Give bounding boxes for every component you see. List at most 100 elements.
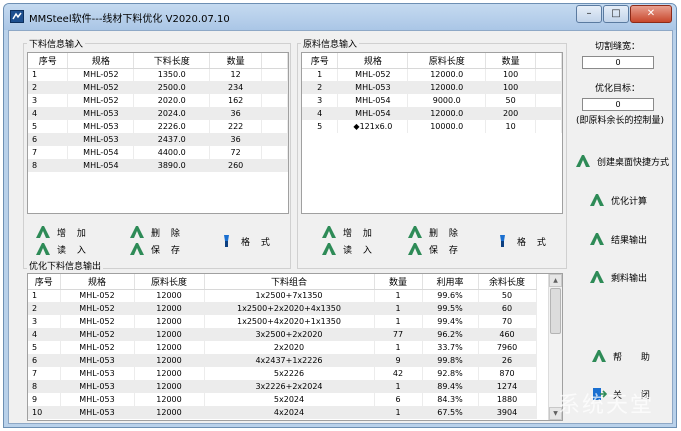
cutting-add-button[interactable]: 增 加	[35, 224, 90, 240]
table-row[interactable]: 3 MHL-052 2020.0 162	[28, 94, 288, 107]
close-window-button[interactable]: ✕	[630, 5, 672, 23]
column-header[interactable]: 原料长度	[134, 274, 205, 290]
table-cell: 5	[28, 341, 61, 354]
table-cell: 222	[209, 120, 263, 133]
table-cell: 3890.0	[133, 159, 211, 172]
table-cell: 2	[28, 302, 61, 315]
table-row[interactable]: 4 MHL-052 12000 3x2500+2x2020 77 96.2% 460	[28, 328, 537, 341]
table-row[interactable]: 5 MHL-053 2226.0 222	[28, 120, 288, 133]
create-shortcut-button[interactable]: 创建桌面快捷方式	[575, 153, 669, 169]
table-cell: MHL-053	[337, 81, 409, 94]
table-cell: 260	[209, 159, 263, 172]
optimize-calc-button[interactable]: 优化计算	[589, 192, 647, 208]
help-button[interactable]: 帮 助	[591, 348, 658, 364]
table-cell: 2437.0	[133, 133, 211, 146]
column-header[interactable]: 利用率	[422, 274, 479, 290]
scroll-up-arrow-icon[interactable]: ▲	[549, 274, 562, 287]
raw-delete-button[interactable]: 删 除	[407, 224, 462, 240]
table-cell: 26	[478, 354, 537, 367]
column-header[interactable]: 规格	[337, 53, 409, 69]
table-row[interactable]: 8 MHL-054 3890.0 260	[28, 159, 288, 172]
table-cell: 12000.0	[407, 107, 487, 120]
table-row[interactable]: 2 MHL-053 12000.0 100	[302, 81, 562, 94]
column-header[interactable]: 数量	[374, 274, 423, 290]
column-header[interactable]: 序号	[302, 53, 339, 69]
table-row[interactable]: 6 MHL-053 12000 4x2437+1x2226 9 99.8% 26	[28, 354, 537, 367]
column-header[interactable]: 序号	[28, 274, 61, 290]
table-cell: 96.2%	[422, 328, 479, 341]
cutting-read-button[interactable]: 读 入	[35, 241, 90, 257]
table-cell: 4	[28, 328, 61, 341]
table-row[interactable]: 5 MHL-052 12000 2x2020 1 33.7% 7960	[28, 341, 537, 354]
column-header[interactable]: 规格	[60, 274, 135, 290]
table-cell-filler	[535, 94, 562, 107]
green-a-icon	[129, 225, 145, 239]
title-bar[interactable]: MMSteel软件---线材下料优化 V2020.07.10 – □ ✕	[4, 4, 676, 30]
cutting-format-button[interactable]: 格 式	[219, 233, 274, 249]
table-cell: MHL-054	[67, 146, 135, 159]
optimization-target-input[interactable]	[582, 98, 654, 111]
cutting-delete-button[interactable]: 删 除	[129, 224, 184, 240]
table-row[interactable]: 6 MHL-053 2437.0 36	[28, 133, 288, 146]
table-cell: MHL-054	[337, 107, 409, 120]
table-row[interactable]: 1 MHL-052 12000 1x2500+7x1350 1 99.6% 50	[28, 289, 537, 302]
table-row[interactable]: 5 ◆121x6.0 10000.0 10	[302, 120, 562, 133]
table-row[interactable]: 7 MHL-053 12000 5x2226 42 92.8% 870	[28, 367, 537, 380]
button-label: 删 除	[429, 228, 462, 239]
cutting-info-table[interactable]: 序号 规格 下料长度 数量 1 MHL-052 1350.0 12 2 MHL-052 2…	[27, 52, 289, 214]
table-row[interactable]: 3 MHL-052 12000 1x2500+4x2020+1x1350 1 99.4% 7…	[28, 315, 537, 328]
raw-save-button[interactable]: 保 存	[407, 241, 462, 257]
table-row[interactable]: 1 MHL-052 1350.0 12	[28, 68, 288, 81]
button-label: 读 入	[343, 245, 376, 256]
table-cell: 50	[478, 289, 537, 302]
table-cell: MHL-052	[67, 81, 135, 94]
raw-format-button[interactable]: 格 式	[495, 233, 550, 249]
table-row[interactable]: 3 MHL-054 9000.0 50	[302, 94, 562, 107]
table-row[interactable]: 1 MHL-052 12000.0 100	[302, 68, 562, 81]
green-a-icon	[407, 242, 423, 256]
table-cell: 1	[28, 289, 61, 302]
table-cell: 3	[302, 94, 339, 107]
table-row[interactable]: 7 MHL-054 4400.0 72	[28, 146, 288, 159]
table-cell: 1	[28, 68, 69, 81]
table-row[interactable]: 4 MHL-054 12000.0 200	[302, 107, 562, 120]
column-header[interactable]: 数量	[209, 53, 263, 69]
table-row[interactable]: 9 MHL-053 12000 5x2024 6 84.3% 1880	[28, 393, 537, 406]
table-cell: 4x2024	[204, 406, 375, 419]
column-header[interactable]: 下料组合	[204, 274, 375, 290]
table-row[interactable]: 4 MHL-053 2024.0 36	[28, 107, 288, 120]
maximize-button[interactable]: □	[603, 5, 629, 23]
column-header[interactable]: 数量	[485, 53, 537, 69]
scrollbar-thumb[interactable]	[550, 288, 561, 334]
table-header-row: 序号 规格 原料长度 下料组合 数量 利用率 余料长度	[28, 274, 537, 290]
table-cell-filler	[261, 68, 288, 81]
table-cell-filler	[261, 159, 288, 172]
table-row[interactable]: 8 MHL-053 12000 3x2226+2x2024 1 89.4% 1274	[28, 380, 537, 393]
window-controls: – □ ✕	[575, 5, 672, 23]
button-label: 保 存	[151, 245, 184, 256]
column-header[interactable]: 余料长度	[478, 274, 537, 290]
raw-read-button[interactable]: 读 入	[321, 241, 376, 257]
column-header[interactable]: 下料长度	[133, 53, 211, 69]
column-header[interactable]: 规格	[67, 53, 135, 69]
raw-material-table[interactable]: 序号 规格 原料长度 数量 1 MHL-052 12000.0 100 2 MHL-05…	[301, 52, 563, 214]
cutting-save-button[interactable]: 保 存	[129, 241, 184, 257]
column-header[interactable]: 序号	[28, 53, 69, 69]
raw-add-button[interactable]: 增 加	[321, 224, 376, 240]
table-row[interactable]: 2 MHL-052 2500.0 234	[28, 81, 288, 94]
green-a-icon	[591, 349, 607, 363]
table-row[interactable]: 2 MHL-052 12000 1x2500+2x2020+4x1350 1 99.5% 6…	[28, 302, 537, 315]
table-cell-filler	[261, 94, 288, 107]
table-cell: MHL-053	[67, 107, 135, 120]
table-row[interactable]: 10 MHL-053 12000 4x2024 1 67.5% 3904	[28, 406, 537, 419]
table-cell: 2020.0	[133, 94, 211, 107]
minimize-button[interactable]: –	[576, 5, 602, 23]
result-output-button[interactable]: 结果输出	[589, 231, 647, 247]
column-header[interactable]: 原料长度	[407, 53, 487, 69]
cutting-table: 序号 规格 下料长度 数量 1 MHL-052 1350.0 12 2 MHL-052 2…	[28, 53, 288, 172]
kerf-width-input[interactable]	[582, 56, 654, 69]
leftover-output-button[interactable]: 剩料输出	[589, 269, 647, 285]
table-cell: 77	[374, 328, 423, 341]
optimization-output-table[interactable]: 序号 规格 原料长度 下料组合 数量 利用率 余料长度 1 MHL-052 1200…	[27, 273, 563, 421]
button-label: 格 式	[517, 237, 550, 248]
